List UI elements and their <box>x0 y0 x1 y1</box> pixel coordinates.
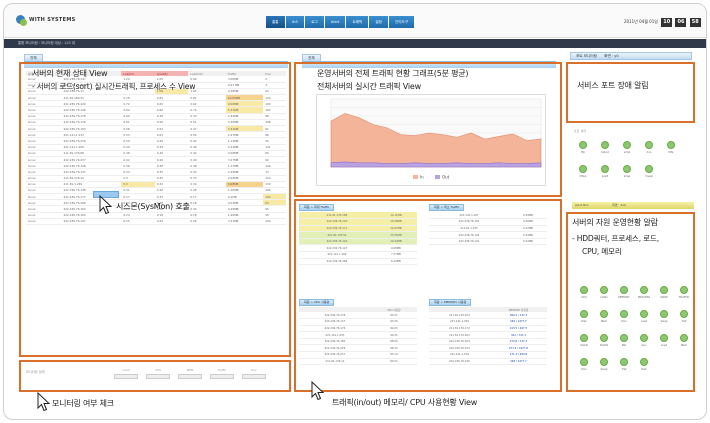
annotation-server-status: 서버의 현재 상태 View <box>32 69 108 78</box>
cursor-icon <box>311 381 324 401</box>
port-status-icon[interactable] <box>579 141 587 149</box>
port-status-icon[interactable] <box>645 165 653 173</box>
callout-monitor-check <box>19 360 291 392</box>
logo-text: WITH SYSTEMS <box>29 17 76 23</box>
port-status-icon[interactable] <box>579 165 587 173</box>
port-status-icon[interactable] <box>601 165 609 173</box>
nav-source[interactable]: 소스 <box>285 16 305 28</box>
main-nav: 홈통 소스 로그 Alert 트레픽 설정 관리도구 <box>266 16 415 28</box>
annotation-resource-detail2: CPU, 메모리 <box>582 247 622 256</box>
sub-bar: 통합 모니터링 : 모니터링 대상 : 123 대 <box>4 39 706 48</box>
port-status-icon[interactable] <box>667 141 675 149</box>
resource-alert-view: 화면 : 2x0 <box>612 203 627 207</box>
port-status-icon[interactable] <box>623 141 631 149</box>
port-label: imap <box>623 175 631 178</box>
port-label: ftp <box>581 151 585 154</box>
port-label: mysql <box>645 175 653 178</box>
annotation-resource: 서버의 자원 운영현황 알람 <box>572 218 658 227</box>
port-monitor-tab[interactable]: 포트 모니터링 화면 : y0 <box>570 52 692 60</box>
port-label: http <box>668 151 674 154</box>
port-label: pop3 <box>601 175 609 178</box>
clock-date: 2011년 04월 01일 <box>624 19 658 24</box>
port-status-icon[interactable] <box>623 165 631 173</box>
port-monitor-tab-view: 화면 : y0 <box>604 54 619 58</box>
nav-alert[interactable]: Alert <box>324 16 346 28</box>
port-status-icon[interactable] <box>645 141 653 149</box>
clock-hour: 10 <box>661 18 673 27</box>
port-label: smtp <box>623 151 631 154</box>
clock: 2011년 04월 01일 10 06 58 <box>624 17 701 27</box>
annotation-traffic-graph: 운영서버의 전체 트래픽 현황 그래프(5분 평균) <box>317 69 469 78</box>
resource-alert-title: Alert Box <box>575 203 589 207</box>
port-label: telnet <box>601 151 609 154</box>
annotation-port-alert: 서비스 포트 장애 알림 <box>577 81 649 90</box>
annotation-monitor-check: 모니터링 여부 체크 <box>52 399 114 408</box>
nav-log[interactable]: 로그 <box>305 16 324 28</box>
port-label: https <box>579 175 587 178</box>
nav-traffic[interactable]: 트레픽 <box>346 16 369 28</box>
app-window: WITH SYSTEMS 홈통 소스 로그 Alert 트레픽 설정 관리도구 … <box>3 3 707 420</box>
port-status-label: 포트 상태 <box>574 129 586 133</box>
annotation-traffic-view: 전체서버의 실시간 트래픽 View <box>317 82 421 91</box>
breadcrumb: 통합 모니터링 : 모니터링 대상 : 123 대 <box>18 41 75 45</box>
cursor-icon <box>99 195 112 215</box>
annotation-sysmon: 시스몬(SysMon) 호출 <box>116 202 190 211</box>
cursor-icon <box>37 392 50 412</box>
port-monitor-tab-label: 포트 모니터링 <box>576 54 597 58</box>
logo-mark-secondary <box>20 19 27 26</box>
annotation-resource-detail1: - HDD쿼터, 프로세스, 로드, <box>572 234 659 243</box>
callout-port-alert <box>566 62 695 123</box>
port-label: dns <box>646 151 652 154</box>
nav-settings[interactable]: 설정 <box>369 16 388 28</box>
annotation-server-status-detail: - 서버의 로드(sort) 실시간트래픽, 프로세스 수 View <box>32 82 196 91</box>
port-status-icon[interactable] <box>601 141 609 149</box>
header: WITH SYSTEMS 홈통 소스 로그 Alert 트레픽 설정 관리도구 … <box>4 4 706 38</box>
callout-traffic-mem-cpu <box>294 199 562 392</box>
clock-minute: 06 <box>675 18 687 27</box>
port-status: 포트 상태 ftp telnet smtp dns http https pop3 imap m… <box>570 129 692 185</box>
nav-home[interactable]: 홈통 <box>266 16 285 28</box>
annotation-traffic-mem-cpu: 트래픽(in/out) 메모리/ CPU 사용현황 View <box>332 398 478 407</box>
nav-admin[interactable]: 관리도구 <box>388 16 415 28</box>
resource-alert-header: Alert Box 화면 : 2x0 <box>572 202 694 209</box>
logo: WITH SYSTEMS <box>16 15 75 29</box>
clock-second: 58 <box>689 18 701 27</box>
